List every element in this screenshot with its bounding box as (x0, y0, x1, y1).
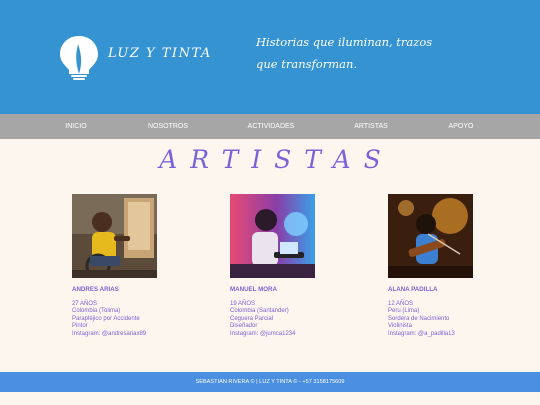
page-title: ARTISTAS (159, 145, 394, 174)
artist-age: 27 AÑOS (72, 301, 98, 307)
artist-details: 12 AÑOS Peru (Lima) Sordera de Nacimient… (388, 301, 518, 338)
artist-photo (72, 194, 157, 278)
artist-name: MANUEL MORA (230, 286, 277, 293)
artist-location: Colombia (Santander) (230, 308, 289, 315)
artist-profession: Diseñador (230, 323, 258, 330)
artist-location: Colombia (Tolima) (72, 308, 121, 315)
footer-text: SEBASTIAN RIVERA © | LUZ Y TINTA © - +57… (195, 379, 345, 385)
tagline: Historias que iluminan, trazos que trans… (256, 35, 433, 71)
nav-item-nosotros[interactable]: NOSOTROS (148, 114, 188, 139)
artist-photo (388, 194, 473, 278)
nav-item-artistas[interactable]: ARTISTAS (354, 114, 388, 139)
lightbulb-quill-icon[interactable] (58, 34, 100, 80)
artist-condition: Sordera de Nacimiento (388, 315, 450, 322)
artist-card: ANDRES ARIAS 27 AÑOS Colombia (Tolima) P… (72, 194, 202, 338)
brand-name[interactable]: LUZ Y TINTA (108, 46, 212, 61)
site-header: LUZ Y TINTA Historias que iluminan, traz… (0, 0, 540, 114)
artist-photo (230, 194, 315, 278)
artist-profession: Violinista (388, 323, 412, 330)
artist-age: 19 AÑOS (230, 301, 256, 307)
artist-instagram[interactable]: Instagram: @andresariax89 (72, 331, 202, 338)
artist-name: ALANA PADILLA (388, 286, 438, 293)
artist-condition: Parapléjico por Accidente (72, 315, 140, 322)
artist-details: 27 AÑOS Colombia (Tolima) Parapléjico po… (72, 301, 202, 338)
artist-card: ALANA PADILLA 12 AÑOS Peru (Lima) Sorder… (388, 194, 518, 338)
artist-age: 12 AÑOS (388, 301, 414, 307)
main-nav: INICIO NOSOTROS ACTIVIDADES ARTISTAS APO… (0, 114, 540, 139)
artist-details: 19 AÑOS Colombia (Santander) Ceguera Par… (230, 301, 360, 338)
artist-name: ANDRES ARIAS (72, 286, 119, 293)
nav-item-actividades[interactable]: ACTIVIDADES (248, 114, 295, 139)
nav-item-apoyo[interactable]: APOYO (449, 114, 474, 139)
artist-card: MANUEL MORA 19 AÑOS Colombia (Santander)… (230, 194, 360, 338)
artist-instagram[interactable]: Instagram: @a_padilla13 (388, 331, 518, 338)
artist-condition: Ceguera Parcial (230, 315, 274, 322)
artist-profession: Pintor (72, 323, 88, 330)
site-footer: SEBASTIAN RIVERA © | LUZ Y TINTA © - +57… (0, 372, 540, 392)
nav-item-inicio[interactable]: INICIO (65, 114, 86, 139)
artist-location: Peru (Lima) (388, 308, 420, 315)
artist-instagram[interactable]: Instagram: @jumca1234 (230, 331, 360, 338)
